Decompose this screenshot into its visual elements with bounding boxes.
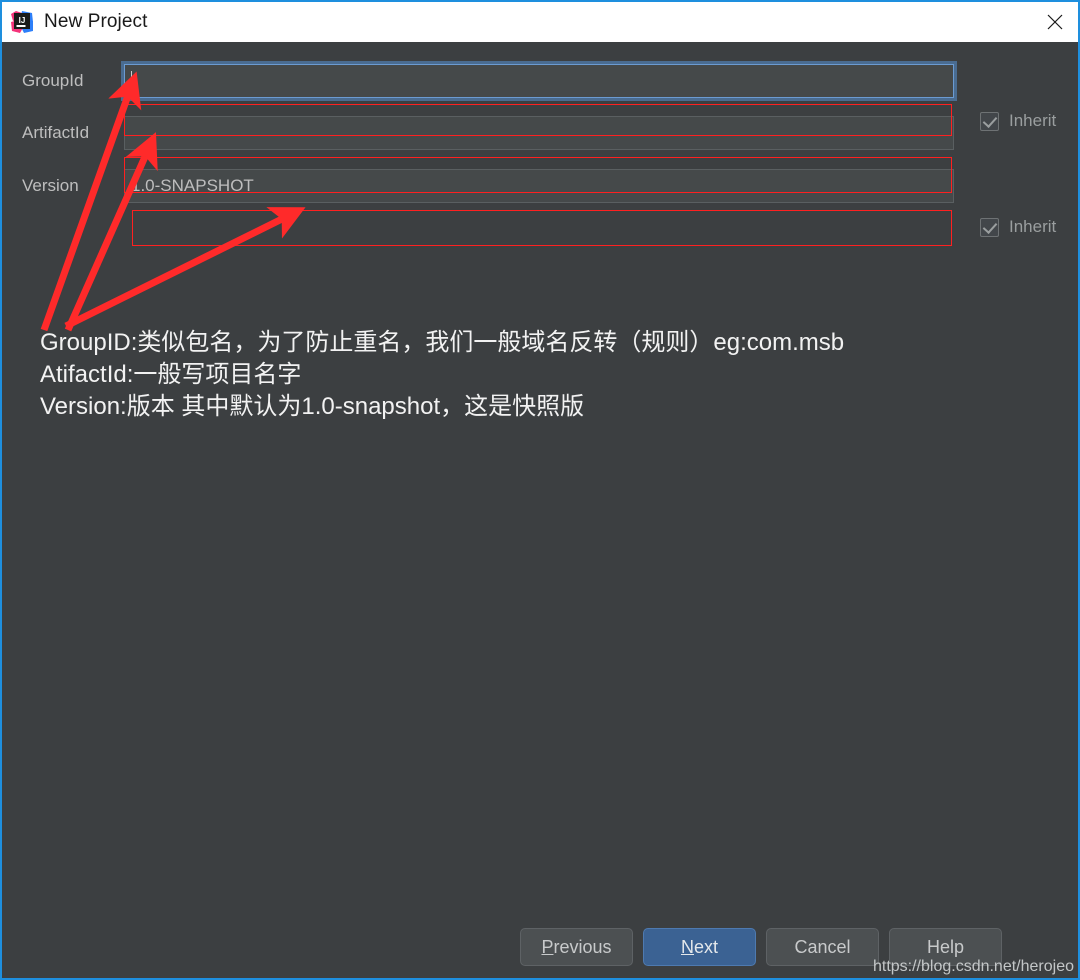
previous-button-label-rest: revious	[553, 936, 612, 957]
title-bar: IJ New Project	[2, 2, 1078, 42]
dialog-body: GroupId ArtifactId Version Inherit	[2, 42, 1078, 978]
annotation-text-block: GroupID:类似包名，为了防止重名，我们一般域名反转（规则）eg:com.m…	[40, 327, 844, 423]
annotation-rect-version	[132, 210, 952, 246]
previous-button-mnemonic: P	[541, 936, 554, 957]
groupid-input[interactable]	[124, 64, 954, 98]
artifactid-input[interactable]	[124, 116, 954, 150]
arrow-to-version	[64, 207, 306, 330]
inherit-checkbox-groupid[interactable]: Inherit	[980, 111, 1056, 131]
next-button-mnemonic: N	[680, 936, 694, 957]
artifactid-label: ArtifactId	[22, 123, 90, 142]
checkmark-icon[interactable]	[980, 217, 999, 237]
watermark-text: https://blog.csdn.net/herojeo	[872, 958, 1074, 975]
inherit-checkbox-version[interactable]: Inherit	[980, 217, 1056, 237]
artifactid-field-wrap	[124, 116, 954, 150]
cancel-button[interactable]: Cancel	[766, 928, 879, 966]
cancel-button-label: Cancel	[794, 936, 851, 957]
inherit-label-version: Inherit	[1009, 217, 1057, 236]
form-row-groupid: GroupId	[2, 64, 1078, 98]
annotation-line-groupid: GroupID:类似包名，为了防止重名，我们一般域名反转（规则）eg:com.m…	[40, 329, 845, 356]
groupid-label: GroupId	[22, 71, 84, 90]
groupid-field-wrap	[124, 64, 954, 98]
annotation-line-artifactid: AtifactId:一般写项目名字	[40, 361, 302, 388]
version-label: Version	[22, 176, 79, 195]
window-title: New Project	[44, 11, 148, 32]
checkmark-icon[interactable]	[980, 111, 999, 131]
previous-button[interactable]: Previous	[520, 928, 633, 966]
svg-text:IJ: IJ	[19, 16, 26, 25]
version-input[interactable]	[124, 169, 954, 203]
inherit-label-groupid: Inherit	[1009, 111, 1057, 130]
next-button[interactable]: Next	[643, 928, 756, 966]
text-caret	[131, 71, 132, 91]
help-button-label: Help	[926, 936, 965, 957]
close-icon[interactable]	[1032, 2, 1078, 42]
form-row-version: Version	[2, 169, 1078, 203]
form-row-artifactid: ArtifactId	[2, 116, 1078, 150]
next-button-label-rest: ext	[693, 936, 718, 957]
intellij-idea-logo-icon: IJ	[10, 10, 34, 34]
version-field-wrap	[124, 169, 954, 203]
annotation-line-version: Version:版本 其中默认为1.0-snapshot，这是快照版	[40, 393, 585, 420]
new-project-dialog-window: IJ New Project GroupId ArtifactId Versio…	[0, 0, 1080, 980]
